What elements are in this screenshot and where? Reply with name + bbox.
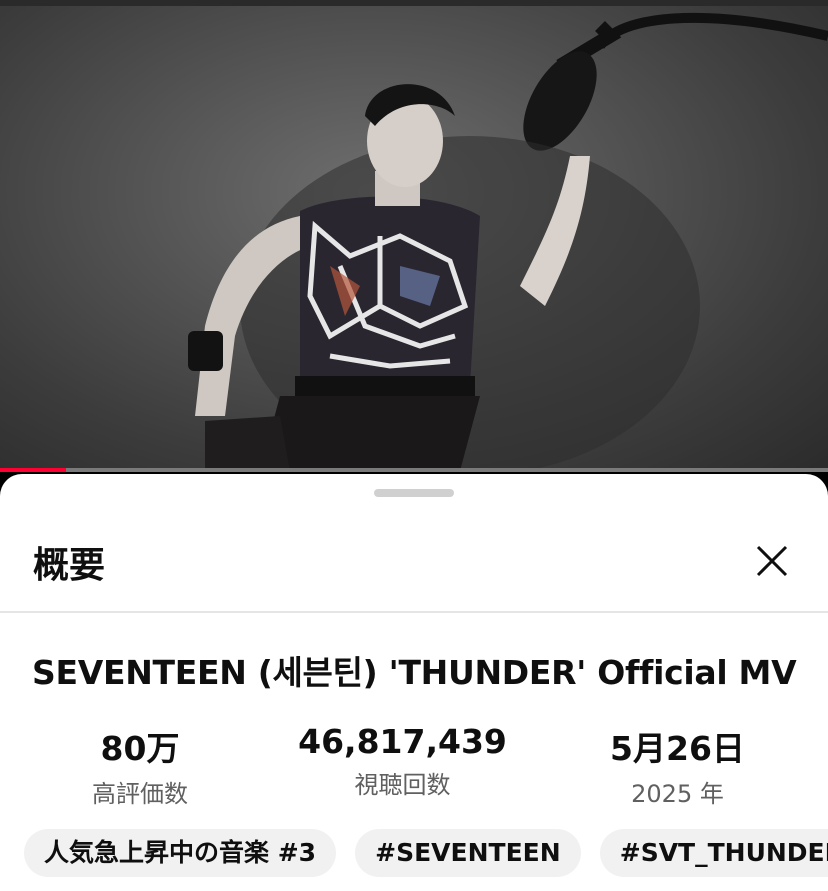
video-frame-image xyxy=(188,12,828,471)
views-stat: 46,817,439 視聴回数 xyxy=(290,722,515,800)
close-icon xyxy=(756,545,788,577)
close-button[interactable] xyxy=(752,541,792,581)
video-progress-fill xyxy=(0,468,67,472)
likes-label: 高評価数 xyxy=(92,780,188,808)
likes-stat: 80万 高評価数 xyxy=(60,722,220,809)
hashtag-chip-row: 人気急上昇中の音楽 #3 #SEVENTEEN #SVT_THUNDER xyxy=(24,829,828,877)
sheet-drag-handle[interactable] xyxy=(374,489,454,497)
video-player[interactable] xyxy=(0,6,828,471)
chip-trending[interactable]: 人気急上昇中の音楽 #3 xyxy=(24,829,337,877)
publish-date: 5月26日 xyxy=(610,729,745,768)
chip-hashtag-seventeen[interactable]: #SEVENTEEN xyxy=(355,829,581,877)
video-title: SEVENTEEN (세븐틴) 'THUNDER' Official MV xyxy=(32,653,797,692)
likes-count: 80万 xyxy=(100,729,180,768)
views-count: 46,817,439 xyxy=(298,722,507,761)
video-progress-bar[interactable] xyxy=(0,468,828,472)
divider xyxy=(0,611,828,613)
publish-date-stat: 5月26日 2025 年 xyxy=(590,722,765,809)
description-sheet: 概要 SEVENTEEN (세븐틴) 'THUNDER' Official MV… xyxy=(0,474,828,891)
views-label: 視聴回数 xyxy=(354,771,451,799)
publish-year: 2025 年 xyxy=(631,780,724,808)
sheet-title: 概要 xyxy=(33,545,106,586)
chip-hashtag-svt-thunder[interactable]: #SVT_THUNDER xyxy=(599,829,828,877)
